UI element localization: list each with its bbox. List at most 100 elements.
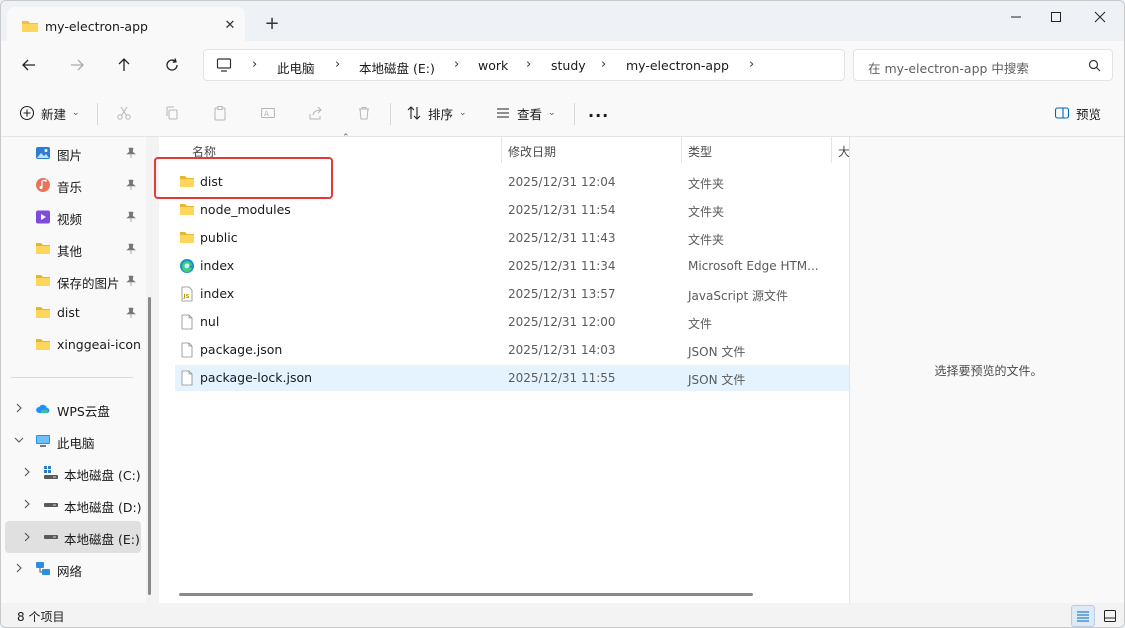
sort-ascending-icon: ⌃ xyxy=(342,133,350,143)
rename-icon: A xyxy=(261,108,275,118)
divider xyxy=(574,103,575,125)
file-name: package-lock.json xyxy=(200,370,313,385)
chevron-right-icon[interactable] xyxy=(21,498,33,510)
column-divider[interactable] xyxy=(501,137,502,163)
up-button[interactable] xyxy=(111,53,137,77)
copy-button[interactable] xyxy=(162,103,182,123)
sidebar-item-pictures[interactable]: 图片 xyxy=(1,139,141,167)
item-count: 8 个项目 xyxy=(17,610,65,624)
chevron-down-icon[interactable] xyxy=(13,434,25,446)
sidebar-item-label: 本地磁盘 (D:) xyxy=(64,500,142,515)
sidebar-item-wps-cloud[interactable]: WPS云盘 xyxy=(1,395,141,423)
close-window-button[interactable] xyxy=(1081,1,1119,33)
sidebar-item-drive-e[interactable]: 本地磁盘 (E:) xyxy=(5,521,141,553)
maximize-button[interactable] xyxy=(1037,1,1075,33)
breadcrumb-my-electron-app[interactable]: my-electron-app xyxy=(626,58,729,73)
file-type: JavaScript 源文件 xyxy=(688,289,788,303)
more-options-button[interactable]: ... xyxy=(588,99,609,123)
paste-button[interactable] xyxy=(210,103,230,123)
column-header-type[interactable]: 类型 xyxy=(688,143,712,160)
sidebar-item-label: dist xyxy=(57,305,80,320)
sidebar-item-label: 图片 xyxy=(57,148,83,163)
file-name: node_modules xyxy=(200,202,291,217)
divider xyxy=(11,377,133,378)
file-name: package.json xyxy=(200,342,283,357)
address-row: › 此电脑 › 本地磁盘 (E:) › work › study › my-el… xyxy=(1,41,1124,89)
file-row-index-html[interactable]: index 2025/12/31 11:34 Microsoft Edge HT… xyxy=(175,253,849,279)
minimize-button[interactable] xyxy=(997,1,1035,33)
tiles-view-button[interactable] xyxy=(1098,605,1122,627)
sidebar-item-label: 视频 xyxy=(57,212,83,227)
sidebar-item-drive-d[interactable]: 本地磁盘 (D:) xyxy=(1,491,142,519)
svg-text:A: A xyxy=(264,110,269,118)
search-box[interactable]: 在 my-electron-app 中搜索 xyxy=(853,49,1113,81)
new-button[interactable]: 新建 ⌄ xyxy=(19,101,80,125)
address-bar[interactable]: › 此电脑 › 本地磁盘 (E:) › work › study › my-el… xyxy=(203,49,845,81)
column-divider[interactable] xyxy=(831,137,832,163)
file-date: 2025/12/31 11:34 xyxy=(508,259,616,273)
share-button[interactable] xyxy=(306,103,326,123)
rename-button[interactable]: A xyxy=(258,103,278,123)
delete-button[interactable] xyxy=(354,103,374,123)
file-row-package-json[interactable]: package.json 2025/12/31 14:03 JSON 文件 xyxy=(175,337,849,363)
new-tab-button[interactable]: + xyxy=(263,15,281,33)
back-button[interactable] xyxy=(16,53,42,77)
horizontal-scrollbar[interactable] xyxy=(179,593,753,596)
sidebar-item-drive-c[interactable]: 本地磁盘 (C:) xyxy=(1,459,141,487)
sidebar-scrollbar[interactable] xyxy=(148,297,151,595)
file-row-public[interactable]: public 2025/12/31 11:43 文件夹 xyxy=(175,225,849,251)
chevron-down-icon: ⌄ xyxy=(459,108,467,118)
sort-button[interactable]: 排序 ⌄ xyxy=(406,101,467,125)
breadcrumb-study[interactable]: study xyxy=(551,58,586,73)
breadcrumb-drive-e[interactable]: 本地磁盘 (E:) xyxy=(359,58,435,77)
network-icon xyxy=(35,561,51,577)
breadcrumb-work[interactable]: work xyxy=(478,58,508,73)
pin-icon xyxy=(125,211,137,223)
chevron-right-icon[interactable] xyxy=(13,562,25,574)
js-file-icon: JS xyxy=(179,286,195,302)
videos-icon xyxy=(35,209,51,225)
forward-button[interactable] xyxy=(64,53,90,77)
tiles-view-icon xyxy=(1104,610,1116,622)
edge-icon xyxy=(179,258,195,274)
sidebar-item-music[interactable]: 音乐 xyxy=(1,171,141,199)
share-icon xyxy=(309,106,322,120)
tab-title: my-electron-app xyxy=(45,19,148,34)
file-explorer-window: my-electron-app ✕ + › 此电脑 › 本地磁盘 (E:) › … xyxy=(0,0,1125,628)
refresh-icon xyxy=(166,58,178,71)
sidebar-item-label: 其他 xyxy=(57,244,83,259)
breadcrumb-dropdown-icon[interactable]: › xyxy=(749,57,754,72)
column-divider[interactable] xyxy=(681,137,682,163)
sidebar-item-saved-pictures[interactable]: 保存的图片 xyxy=(1,267,141,295)
chevron-right-icon[interactable] xyxy=(21,531,33,543)
view-button[interactable]: 查看 ⌄ xyxy=(495,101,556,125)
pin-icon xyxy=(125,307,137,319)
sidebar-item-dist[interactable]: dist xyxy=(1,299,141,327)
sidebar-item-videos[interactable]: 视频 xyxy=(1,203,141,231)
details-view-icon xyxy=(1077,611,1089,622)
preview-pane-button[interactable]: 预览 xyxy=(1054,101,1101,125)
highlight-annotation-box xyxy=(154,157,333,199)
sidebar-item-other[interactable]: 其他 xyxy=(1,235,141,263)
sidebar-item-network[interactable]: 网络 xyxy=(1,555,141,583)
file-date: 2025/12/31 11:55 xyxy=(508,371,616,385)
chevron-right-icon[interactable] xyxy=(13,402,25,414)
cut-button[interactable] xyxy=(114,103,134,123)
file-row-nul[interactable]: nul 2025/12/31 12:00 文件 xyxy=(175,309,849,335)
chevron-right-icon[interactable] xyxy=(21,466,33,478)
close-tab-icon[interactable]: ✕ xyxy=(221,17,239,35)
breadcrumb-this-pc[interactable]: 此电脑 xyxy=(277,58,315,77)
sidebar-item-xinggeai-icon[interactable]: xinggeai-icon xyxy=(1,331,141,359)
file-row-index-js[interactable]: JS index 2025/12/31 13:57 JavaScript 源文件 xyxy=(175,281,849,307)
file-name: nul xyxy=(200,314,220,329)
refresh-button[interactable] xyxy=(159,53,185,77)
file-row-node-modules[interactable]: node_modules 2025/12/31 11:54 文件夹 xyxy=(175,197,849,223)
file-row-package-lock-json[interactable]: package-lock.json 2025/12/31 11:55 JSON … xyxy=(175,365,849,391)
details-view-button[interactable] xyxy=(1071,605,1095,627)
sidebar-item-this-pc[interactable]: 此电脑 xyxy=(1,427,141,455)
breadcrumb-separator-icon: › xyxy=(335,57,341,72)
sidebar-item-label: WPS云盘 xyxy=(57,404,110,419)
pin-icon xyxy=(125,243,137,255)
column-header-modified[interactable]: 修改日期 xyxy=(508,143,556,160)
pin-icon xyxy=(125,275,137,287)
